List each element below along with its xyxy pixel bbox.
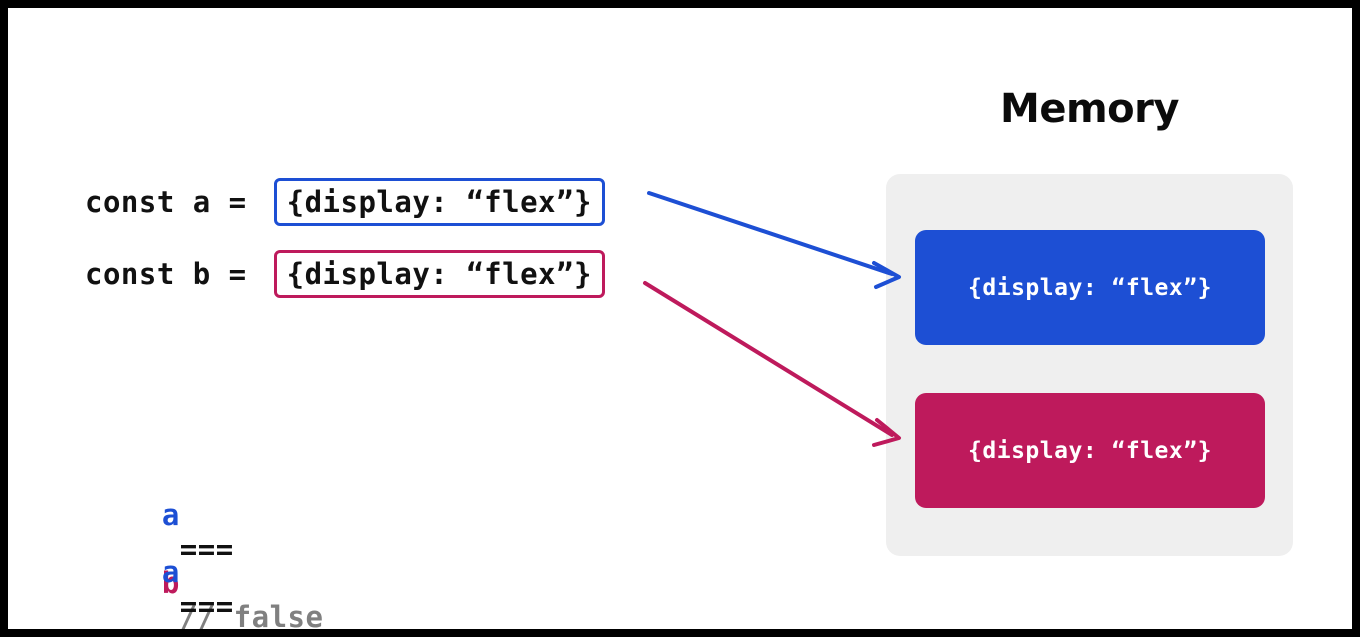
comparison-2-left: a	[161, 555, 180, 589]
declaration-a-label: const a =	[85, 185, 265, 219]
comparison-2-operator: ===	[161, 589, 252, 623]
declaration-b: const b = {display: “flex”}	[85, 250, 605, 298]
memory-title: Memory	[1000, 86, 1179, 132]
memory-panel: {display: “flex”} {display: “flex”}	[886, 174, 1293, 556]
memory-slot-blue: {display: “flex”}	[915, 230, 1265, 345]
comparison-a-a: a === a // true	[90, 521, 306, 629]
value-box-a: {display: “flex”}	[273, 178, 605, 226]
arrow-a-to-blue-slot	[647, 191, 901, 289]
diagram-canvas: const a = {display: “flex”} const b = {d…	[0, 0, 1360, 637]
memory-slot-crimson: {display: “flex”}	[915, 393, 1265, 508]
declaration-a: const a = {display: “flex”}	[85, 178, 605, 226]
declaration-b-label: const b =	[85, 257, 265, 291]
value-box-b: {display: “flex”}	[273, 250, 605, 298]
comparison-2-right: a	[162, 623, 180, 629]
arrow-b-to-crimson-slot	[643, 281, 901, 447]
